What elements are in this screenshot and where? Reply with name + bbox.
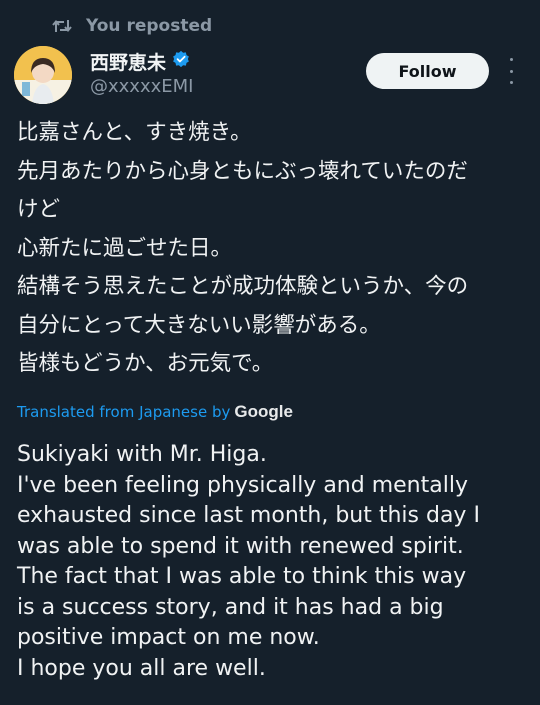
tweet-original-line: 心新たに過ごせた日。 bbox=[17, 235, 233, 261]
tweet-translation-text: Sukiyaki with Mr. Higa. I've been feelin… bbox=[17, 440, 532, 684]
tweet-original-text: 比嘉さんと、すき焼き。 先月あたりから心身ともにぶっ壊れていたのだ けど 心新た… bbox=[17, 114, 527, 384]
author-info[interactable]: 西野恵未 @xxxxxEMI bbox=[90, 48, 193, 97]
tweet-translation-line: was able to spend it with renewed spirit… bbox=[17, 533, 464, 559]
author-display-name[interactable]: 西野恵未 bbox=[90, 48, 166, 75]
tweet-translation-line: Sukiyaki with Mr. Higa. bbox=[17, 442, 267, 467]
author-handle[interactable]: @xxxxxEMI bbox=[90, 76, 193, 97]
tweet-original-line: 自分にとって大きないい影響がある。 bbox=[17, 312, 381, 338]
tweet-translation-line: I've been feeling physically and mentall… bbox=[17, 472, 468, 498]
tweet-translation-line: exhausted since last month, but this day… bbox=[17, 503, 480, 528]
tweet-original-line: 比嘉さんと、すき焼き。 bbox=[17, 120, 252, 145]
tweet-original-line: 皆様もどうか、お元気で。 bbox=[17, 351, 274, 376]
avatar[interactable] bbox=[14, 46, 72, 104]
repost-context[interactable]: You reposted bbox=[52, 12, 212, 40]
translated-from-label[interactable]: Translated from Japanese by bbox=[17, 403, 230, 421]
more-options-icon[interactable] bbox=[505, 58, 517, 84]
tweet-translation-line: I hope you all are well. bbox=[17, 655, 266, 681]
tweet-original-line: けど bbox=[17, 197, 61, 222]
repost-label: You reposted bbox=[86, 16, 213, 36]
verified-badge-icon bbox=[172, 50, 190, 72]
repost-icon bbox=[52, 18, 72, 34]
follow-button[interactable]: Follow bbox=[366, 53, 489, 89]
google-logo: Google bbox=[234, 402, 293, 421]
tweet-original-line: 結構そう思えたことが成功体験というか、今の bbox=[17, 274, 469, 299]
translation-attribution[interactable]: Translated from Japanese by Google bbox=[17, 402, 293, 422]
tweet-translation-line: The fact that I was able to think this w… bbox=[17, 564, 467, 589]
tweet-original-line: 先月あたりから心身ともにぶっ壊れていたのだ bbox=[17, 158, 468, 184]
tweet-translation-line: is a success story, and it has had a big bbox=[17, 594, 444, 620]
tweet-translation-line: positive impact on me now. bbox=[17, 625, 320, 650]
